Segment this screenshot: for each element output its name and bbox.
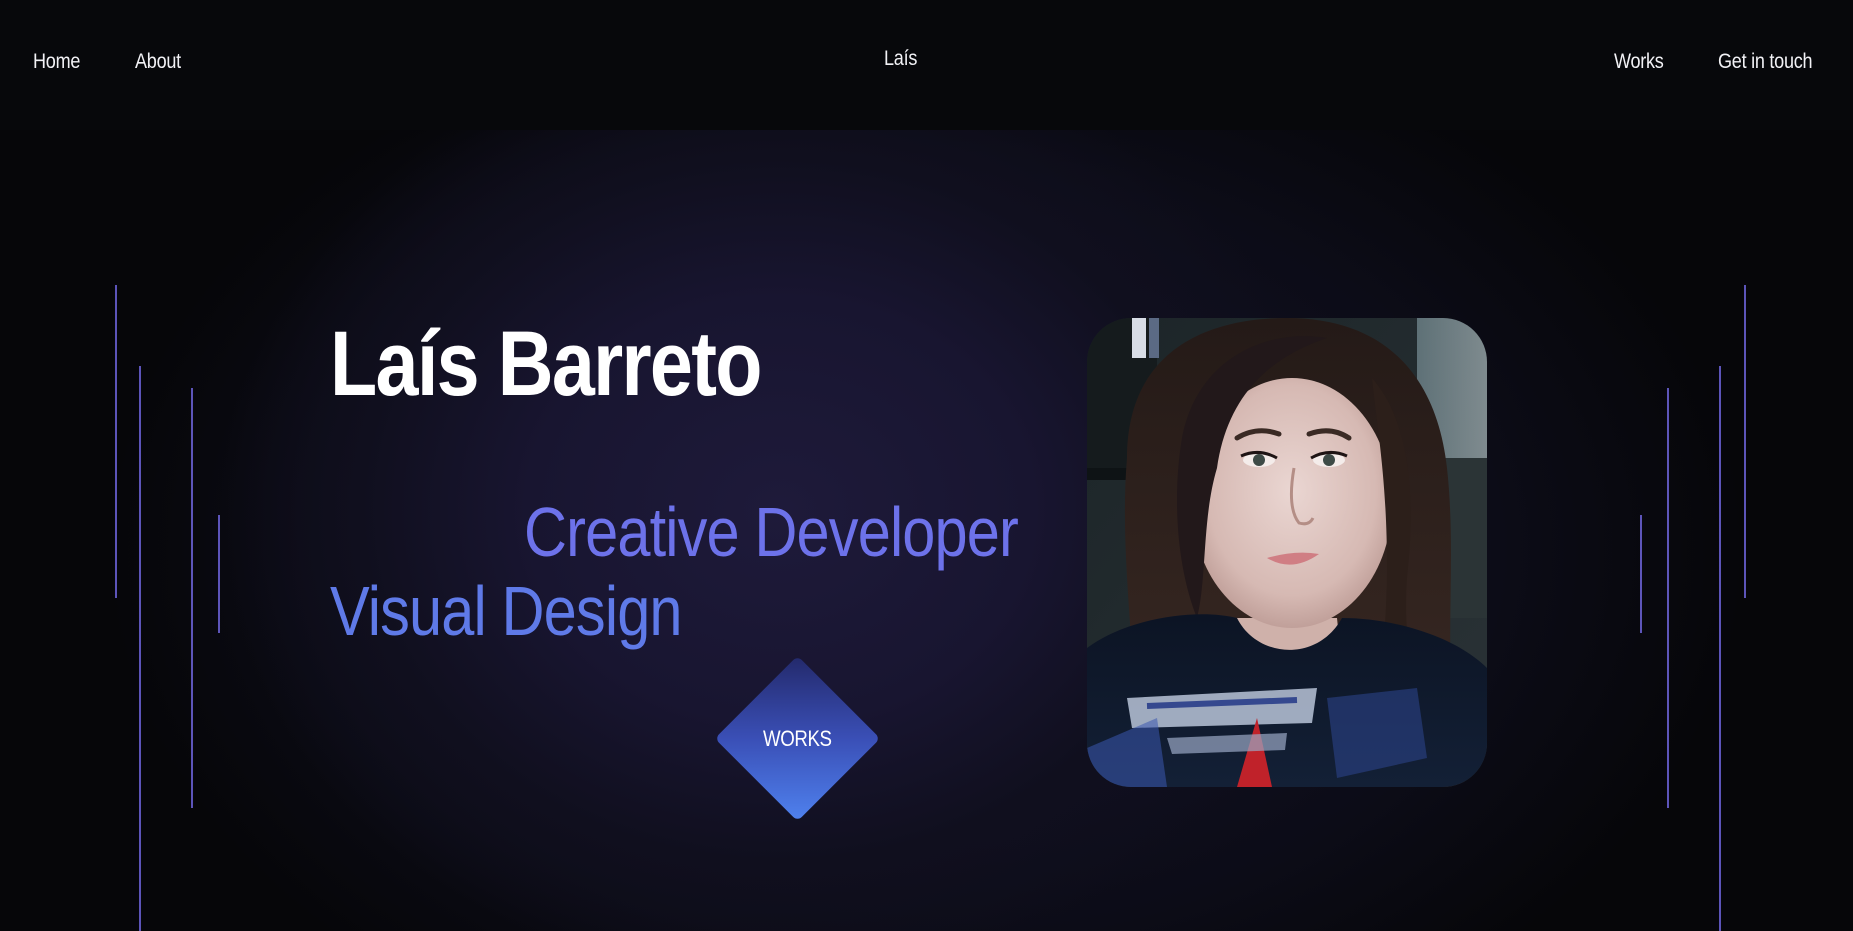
portrait-illustration: [1087, 318, 1487, 787]
top-nav: Home About Laís Works Get in touch: [0, 0, 1853, 130]
accent-line: [191, 388, 193, 808]
accent-line: [1719, 366, 1721, 931]
nav-about-link[interactable]: About: [135, 50, 181, 74]
nav-works-link[interactable]: Works: [1614, 50, 1664, 74]
role-primary: Creative Developer: [524, 493, 1019, 571]
page: Home About Laís Works Get in touch Laís …: [0, 0, 1853, 931]
accent-line: [1640, 515, 1642, 633]
accent-line: [218, 515, 220, 633]
accent-line: [115, 285, 117, 598]
nav-contact-link[interactable]: Get in touch: [1718, 50, 1813, 74]
nav-brand-logo[interactable]: Laís: [884, 47, 917, 71]
hero-name-heading: Laís Barreto: [330, 313, 762, 415]
accent-line: [1744, 285, 1746, 598]
portrait-image: [1087, 318, 1487, 787]
role-secondary: Visual Design: [330, 572, 683, 650]
nav-home-link[interactable]: Home: [33, 50, 80, 74]
accent-line: [139, 366, 141, 931]
accent-line: [1667, 388, 1669, 808]
